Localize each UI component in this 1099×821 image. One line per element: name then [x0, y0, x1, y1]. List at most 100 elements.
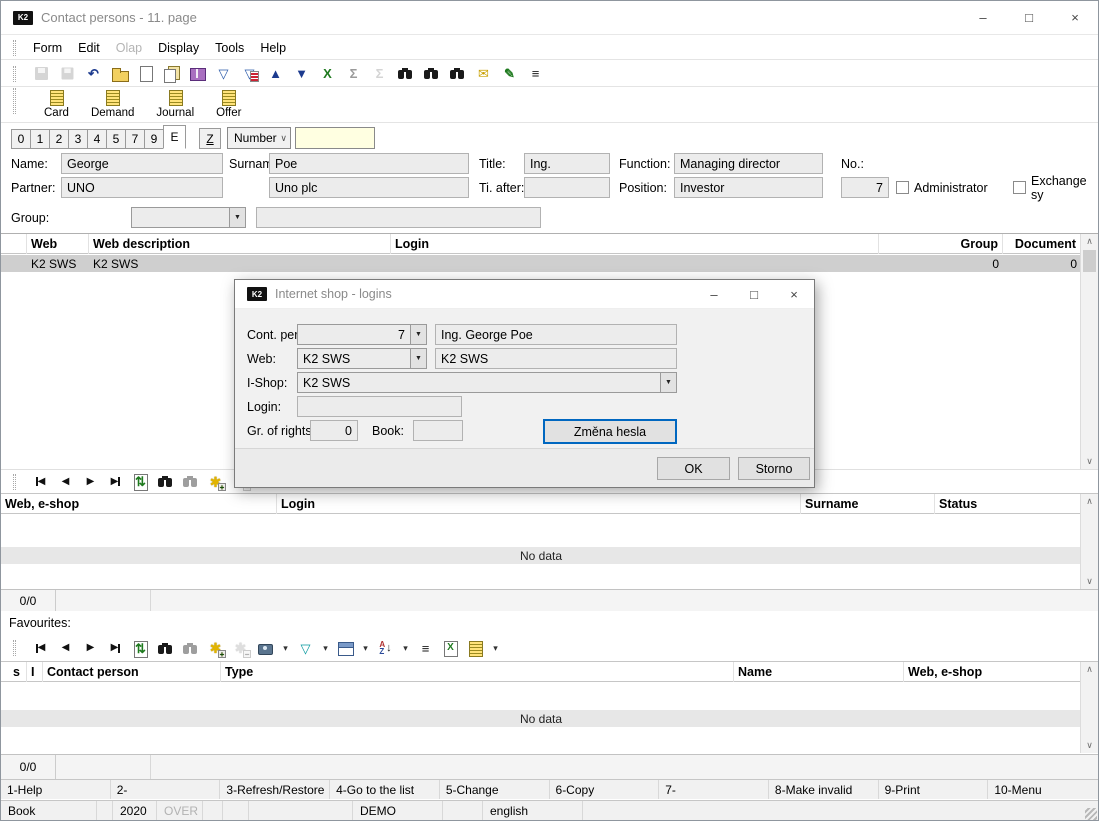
demand-button[interactable]: Demand	[88, 88, 137, 120]
scroll-up-icon[interactable]: ∧	[1081, 234, 1098, 249]
scroll-up-icon[interactable]: ∧	[1081, 662, 1098, 677]
chevron-down-icon[interactable]: ▾	[401, 643, 410, 654]
notes-icon[interactable]: ✎	[500, 65, 519, 82]
form-view-icon[interactable]	[336, 640, 355, 657]
tab-2[interactable]: 2	[49, 129, 69, 149]
fkey-3-refresh[interactable]: 3-Refresh/Restore	[220, 780, 330, 799]
login-field[interactable]	[297, 396, 462, 417]
combo-arrow-icon[interactable]: ▼	[229, 208, 245, 227]
add-favourite-icon[interactable]: ✱+	[206, 473, 225, 490]
fkey-8-make-invalid[interactable]: 8-Make invalid	[769, 780, 879, 799]
menu-form[interactable]: Form	[25, 38, 70, 58]
add-favourite-icon[interactable]: ✱+	[206, 640, 225, 657]
tab-9[interactable]: 9	[144, 129, 164, 149]
tab-1[interactable]: 1	[30, 129, 50, 149]
combo-arrow-icon[interactable]: ▼	[660, 373, 676, 392]
name-field[interactable]: George	[61, 153, 223, 174]
find-icon[interactable]	[396, 65, 415, 82]
name-column-header[interactable]: Name	[734, 662, 904, 682]
tab-0[interactable]: 0	[11, 129, 31, 149]
status-column-header[interactable]: Status	[935, 494, 1081, 514]
administrator-checkbox[interactable]	[896, 181, 909, 194]
chevron-down-icon[interactable]: ▾	[321, 643, 330, 654]
scroll-down-icon[interactable]: ∨	[1081, 574, 1098, 589]
combo-arrow-icon[interactable]: ▼	[410, 349, 426, 368]
last-record-icon[interactable]: ▶	[106, 473, 125, 490]
web-column-header[interactable]: Web	[27, 234, 89, 254]
next-record-icon[interactable]: ▶	[81, 473, 100, 490]
refresh-icon[interactable]: ⇅	[131, 640, 150, 657]
no-field[interactable]: 7	[841, 177, 889, 198]
document-column-header[interactable]: Document	[1003, 234, 1081, 254]
ok-button[interactable]: OK	[657, 457, 730, 480]
save-icon[interactable]	[32, 65, 51, 82]
chevron-down-icon[interactable]: ▾	[491, 643, 500, 654]
favourites-table-scrollbar[interactable]: ∧ ∨	[1080, 662, 1098, 753]
cont-pers-name-field[interactable]: Ing. George Poe	[435, 324, 677, 345]
title-field[interactable]: Ing.	[524, 153, 610, 174]
undo-icon[interactable]: ↶	[84, 65, 103, 82]
resize-grip[interactable]	[1085, 808, 1097, 820]
scroll-thumb[interactable]	[1083, 250, 1096, 272]
new-record-icon[interactable]	[136, 65, 155, 82]
fkey-10-menu[interactable]: 10-Menu	[988, 780, 1098, 799]
scroll-down-icon[interactable]: ∨	[1081, 738, 1098, 753]
fkey-5-change[interactable]: 5-Change	[440, 780, 550, 799]
i-column-header[interactable]: I	[27, 662, 43, 682]
sort-az-icon[interactable]: AZ ↓	[376, 640, 395, 657]
exchange-checkbox[interactable]	[1013, 181, 1026, 194]
web-combobox[interactable]: K2 SWS ▼	[297, 348, 427, 369]
menu-tools[interactable]: Tools	[207, 38, 252, 58]
list-settings-icon[interactable]: ≡	[416, 640, 435, 657]
fkey-6-copy[interactable]: 6-Copy	[550, 780, 660, 799]
title-after-field[interactable]	[524, 177, 610, 198]
tab-e-active[interactable]: E	[163, 125, 186, 149]
open-icon[interactable]	[110, 65, 129, 82]
web-eshop-column-header[interactable]: Web, e-shop	[1, 494, 277, 514]
menu-edit[interactable]: Edit	[70, 38, 108, 58]
first-record-icon[interactable]: ◀	[31, 473, 50, 490]
journal-button[interactable]: Journal	[153, 88, 197, 120]
ishop-combobox[interactable]: K2 SWS ▼	[297, 372, 677, 393]
find-contact-icon[interactable]	[448, 65, 467, 82]
previous-record-icon[interactable]: ◀	[56, 473, 75, 490]
fkey-7[interactable]: 7-	[659, 780, 769, 799]
fkey-1-help[interactable]: 1-Help	[1, 780, 111, 799]
menu-help[interactable]: Help	[252, 38, 294, 58]
login-column-header[interactable]: Login	[391, 234, 879, 254]
web-description-column-header[interactable]: Web description	[89, 234, 391, 254]
logins-table-scrollbar[interactable]: ∧ ∨	[1080, 494, 1098, 589]
web-eshop-column-header[interactable]: Web, e-shop	[904, 662, 1081, 682]
login-column-header[interactable]: Login	[277, 494, 801, 514]
quick-search-input[interactable]	[295, 127, 375, 149]
chevron-down-icon[interactable]: ▾	[361, 643, 370, 654]
export-excel-icon[interactable]: X	[441, 640, 460, 657]
filter-icon[interactable]: ▽	[296, 640, 315, 657]
partner-name-field[interactable]: Uno plc	[269, 177, 469, 198]
surname-column-header[interactable]: Surname	[801, 494, 935, 514]
filter-icon[interactable]: ▽	[214, 65, 233, 82]
report-icon[interactable]	[466, 640, 485, 657]
group-description-field[interactable]	[256, 207, 541, 228]
previous-record-icon[interactable]: ◀	[56, 640, 75, 657]
next-record-icon[interactable]: ▶	[81, 640, 100, 657]
rights-field[interactable]: 0	[310, 420, 358, 441]
tab-4[interactable]: 4	[87, 129, 107, 149]
menu-display[interactable]: Display	[150, 38, 207, 58]
fkey-4-go-to-list[interactable]: 4-Go to the list	[330, 780, 440, 799]
scroll-up-icon[interactable]: ∧	[1081, 494, 1098, 509]
snapshot-icon[interactable]	[256, 640, 275, 657]
position-field[interactable]: Investor	[674, 177, 823, 198]
surname-field[interactable]: Poe	[269, 153, 469, 174]
z-button[interactable]: Z	[199, 128, 221, 149]
chevron-down-icon[interactable]: ▾	[281, 643, 290, 654]
book-field[interactable]	[413, 420, 463, 441]
cont-pers-combobox[interactable]: 7 ▼	[297, 324, 427, 345]
cancel-button[interactable]: Storno	[738, 457, 810, 480]
partner-code-field[interactable]: UNO	[61, 177, 223, 198]
group-column-header[interactable]: Group	[879, 234, 1003, 254]
last-record-icon[interactable]: ▶	[106, 640, 125, 657]
refresh-icon[interactable]: ⇅	[131, 473, 150, 490]
address-book-icon[interactable]	[188, 65, 207, 82]
close-button[interactable]: ×	[1052, 1, 1098, 34]
